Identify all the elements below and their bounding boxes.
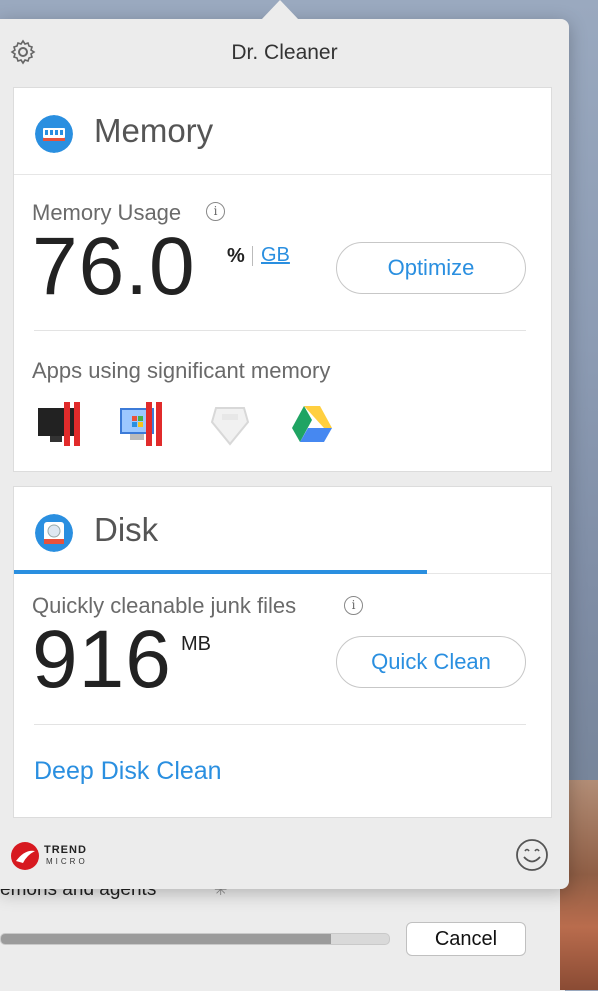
unit-gb-link[interactable]: GB [261, 244, 290, 267]
trend-micro-logo-mark [11, 842, 39, 870]
memory-title: Memory [94, 112, 214, 149]
apps-label: Apps using significant memory [32, 358, 331, 383]
memory-card-header: Memory [14, 88, 551, 175]
trend-micro-logo: TREND MICRO [10, 839, 120, 873]
info-icon[interactable]: i [206, 202, 225, 221]
background-progress-bar [0, 933, 390, 945]
brand-line1: TREND [44, 844, 87, 856]
junk-files-value: 916 [32, 614, 172, 705]
cancel-button[interactable]: Cancel [406, 922, 526, 956]
parallels-desktop-icon[interactable] [36, 400, 84, 448]
background-progress-fill [1, 934, 331, 944]
popover-arrow [261, 0, 299, 20]
disk-progress-bar [14, 570, 428, 574]
info-icon[interactable]: i [344, 596, 363, 615]
quick-clean-button[interactable]: Quick Clean [336, 636, 526, 688]
memory-card: Memory Memory Usage i 76.0 % GB Optimize… [13, 87, 552, 472]
disk-title: Disk [94, 511, 159, 548]
dr-cleaner-popover: Dr. Cleaner Memory Memory Usage i 76.0 %… [0, 0, 569, 889]
unit-mb: MB [181, 633, 211, 655]
memory-divider [34, 330, 526, 331]
unit-percent[interactable]: % [227, 245, 245, 268]
optimize-button[interactable]: Optimize [336, 242, 526, 294]
google-drive-icon[interactable] [288, 400, 336, 448]
memory-chip-icon [35, 115, 73, 153]
parallels-windows-vm-icon[interactable] [118, 400, 166, 448]
memory-usage-value: 76.0 [32, 221, 196, 312]
disk-divider [34, 724, 526, 725]
deep-disk-clean-link[interactable]: Deep Disk Clean [34, 757, 222, 786]
disk-icon [35, 514, 73, 552]
brand-line2: MICRO [46, 857, 88, 866]
generic-app-icon[interactable] [206, 400, 254, 448]
disk-card: Disk Quickly cleanable junk files i 916 … [13, 486, 552, 818]
smiley-feedback-icon[interactable] [515, 838, 549, 872]
popover-title: Dr. Cleaner [231, 41, 338, 64]
apps-row [36, 400, 356, 450]
unit-separator [252, 246, 253, 266]
disk-card-header: Disk [14, 487, 551, 574]
